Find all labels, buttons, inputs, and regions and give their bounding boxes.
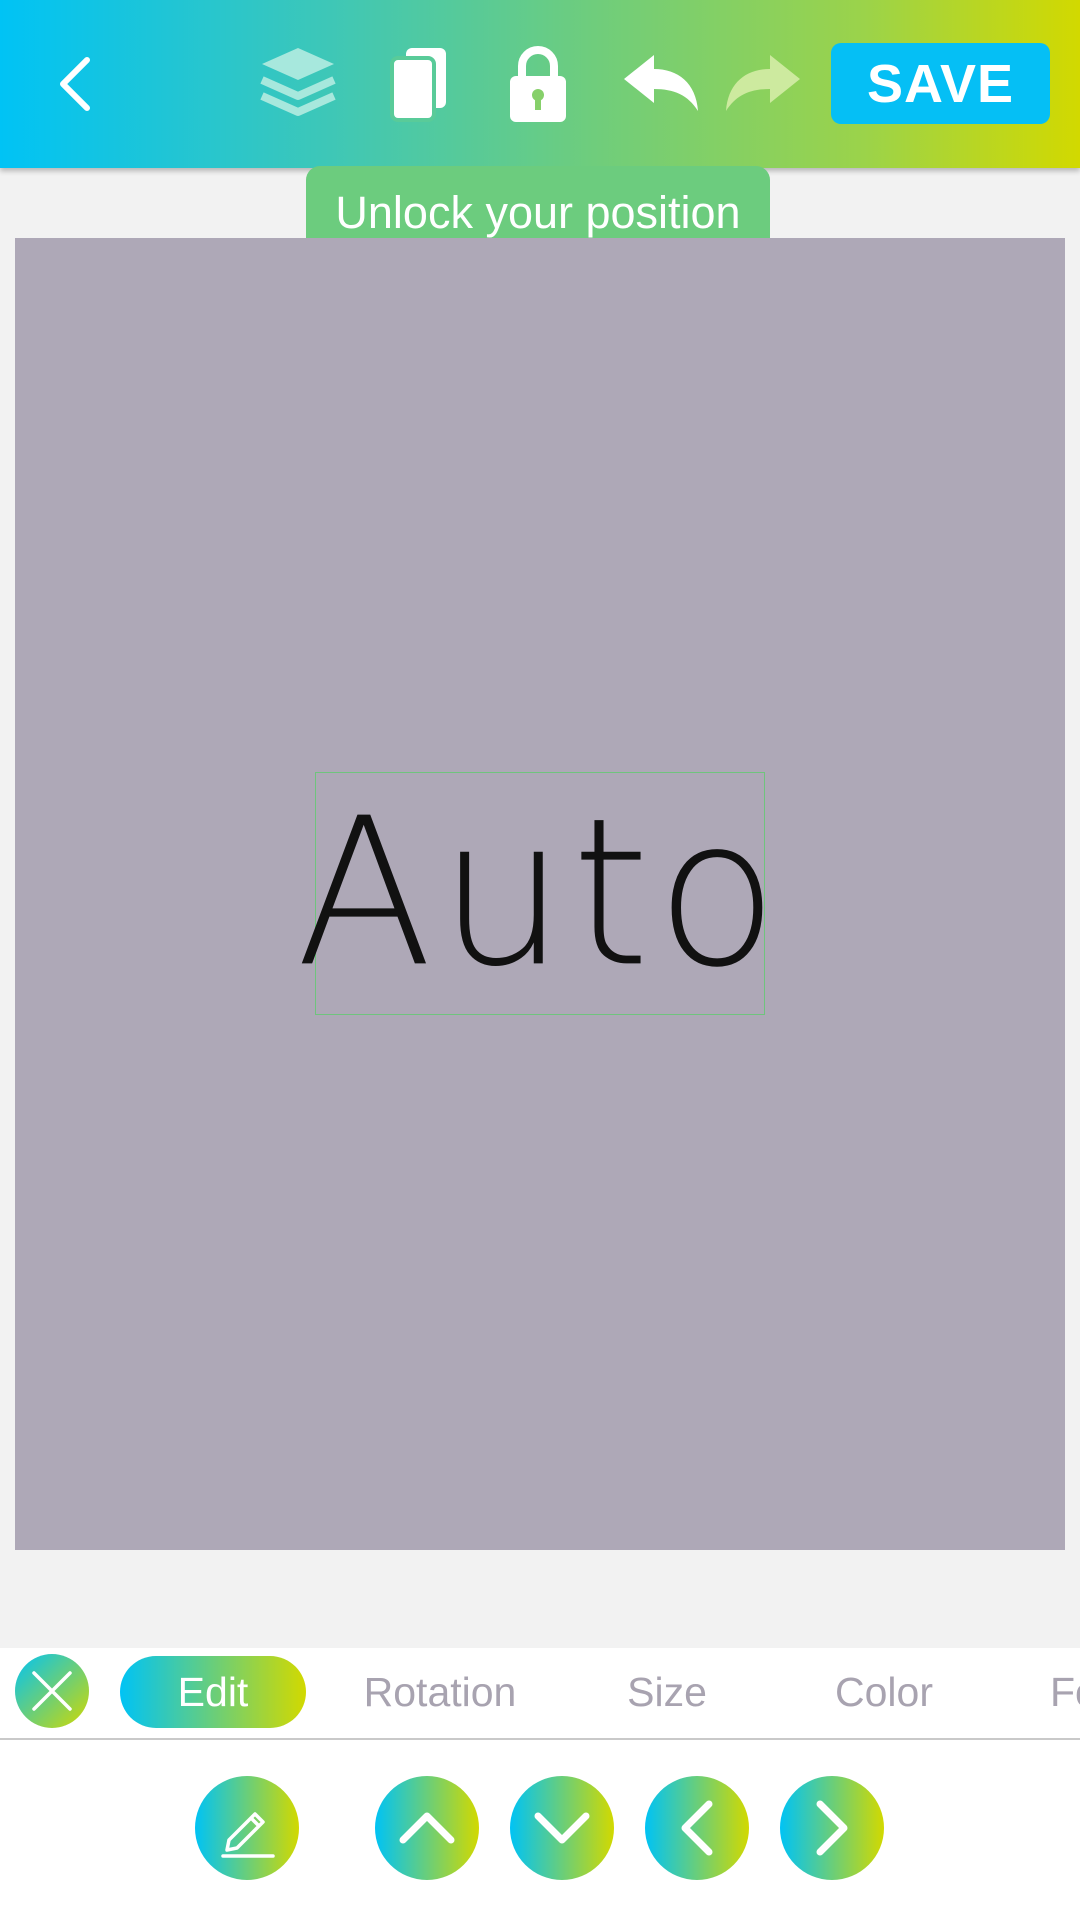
move-left-button[interactable] xyxy=(645,1776,749,1880)
undo-button[interactable] xyxy=(618,50,702,118)
back-icon xyxy=(60,57,90,111)
tab-rotation[interactable]: Rotation xyxy=(340,1656,540,1728)
move-down-icon xyxy=(534,1812,590,1844)
layers-button[interactable] xyxy=(255,42,341,124)
tab-size[interactable]: Size xyxy=(600,1656,734,1728)
lock-icon xyxy=(510,46,566,122)
move-left-icon xyxy=(681,1800,713,1856)
tab-color[interactable]: Color xyxy=(800,1656,968,1728)
tab-font[interactable]: Fo xyxy=(1050,1656,1080,1728)
copy-button[interactable] xyxy=(383,42,453,126)
canvas-text: Auto xyxy=(295,774,785,1012)
edit-tab-bar: Edit Rotation Size Color Fo xyxy=(0,1648,1080,1740)
undo-icon xyxy=(624,55,698,111)
copy-icon xyxy=(390,48,446,122)
close-icon xyxy=(32,1671,72,1711)
layers-icon xyxy=(260,48,336,116)
top-toolbar: SAVE xyxy=(0,0,1080,168)
canvas-text-element[interactable]: Auto xyxy=(296,772,778,1015)
move-right-button[interactable] xyxy=(780,1776,884,1880)
edit-text-button[interactable] xyxy=(195,1776,299,1880)
redo-icon xyxy=(726,55,800,111)
move-right-icon xyxy=(816,1800,848,1856)
close-button[interactable] xyxy=(15,1654,89,1728)
lock-button[interactable] xyxy=(503,42,573,126)
move-down-button[interactable] xyxy=(510,1776,614,1880)
move-up-icon xyxy=(399,1812,455,1844)
redo-button[interactable] xyxy=(722,50,806,118)
action-bar xyxy=(0,1740,1080,1920)
back-button[interactable] xyxy=(40,44,110,124)
save-button[interactable]: SAVE xyxy=(831,43,1050,124)
move-up-button[interactable] xyxy=(375,1776,479,1880)
tab-edit[interactable]: Edit xyxy=(120,1656,306,1728)
edit-pencil-icon xyxy=(221,1812,275,1858)
